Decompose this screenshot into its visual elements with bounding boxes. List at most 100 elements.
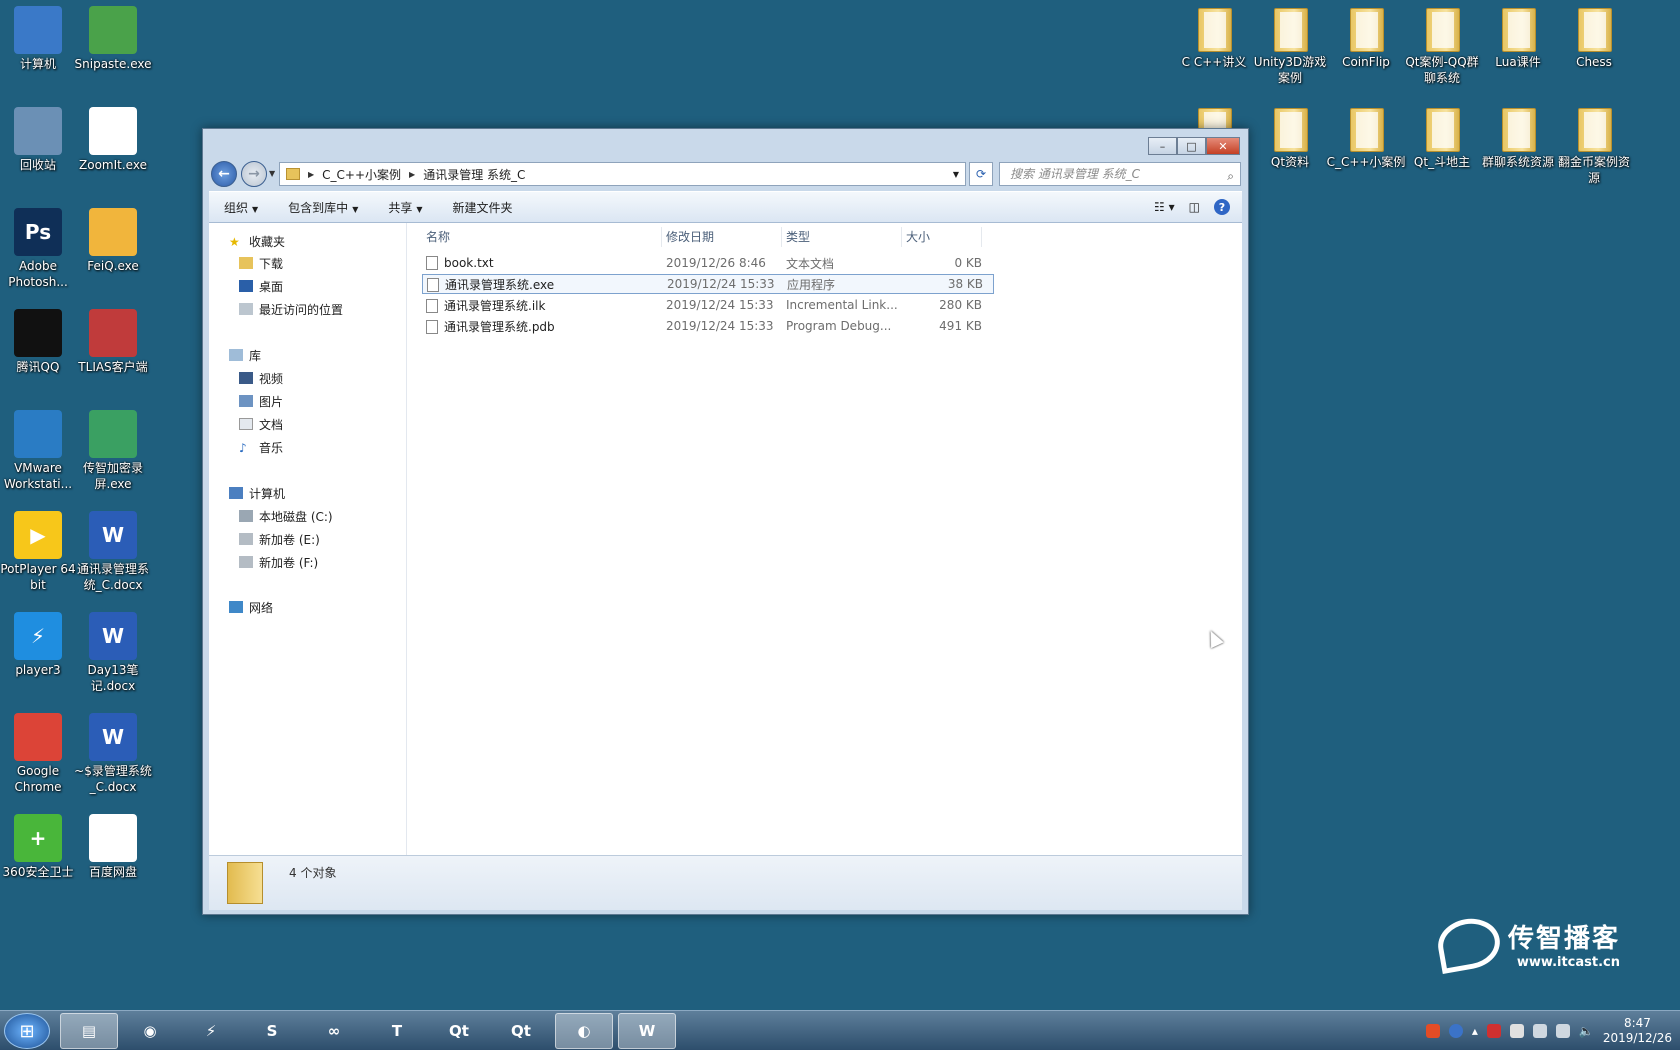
- forward-button[interactable]: →: [241, 161, 267, 187]
- share-menu[interactable]: 共享 ▼: [373, 199, 437, 216]
- status-bar: 4 个对象: [209, 855, 1242, 910]
- nav-favorites[interactable]: ★ 收藏夹: [229, 231, 285, 251]
- desktop-icon-item[interactable]: Snipaste.exe: [73, 6, 153, 72]
- taskbar-word-button[interactable]: W: [618, 1013, 676, 1049]
- nav-drive-e[interactable]: 新加卷 (E:): [239, 529, 320, 549]
- nav-libraries[interactable]: 库: [229, 345, 261, 365]
- column-size[interactable]: 大小: [902, 227, 982, 247]
- desktop-icon-item[interactable]: 腾讯QQ: [0, 309, 78, 375]
- desktop-icon-item[interactable]: TLIAS客户端: [73, 309, 153, 375]
- volume-icon[interactable]: 🔈: [1579, 1024, 1594, 1038]
- file-row[interactable]: 通讯录管理系统.pdb 2019/12/24 15:33 Program Debug…: [422, 316, 994, 336]
- desktop-folder[interactable]: Qt_斗地主: [1402, 106, 1482, 170]
- desktop-folder[interactable]: Qt资料: [1250, 106, 1330, 170]
- chrome-icon: [14, 713, 62, 761]
- nav-documents[interactable]: 文档: [239, 414, 283, 434]
- title-bar[interactable]: – □ ✕: [203, 129, 1248, 159]
- nav-music[interactable]: ♪ 音乐: [239, 437, 283, 457]
- preview-pane-icon[interactable]: ◫: [1189, 200, 1200, 214]
- desktop-folder[interactable]: Unity3D游戏案例: [1250, 6, 1330, 86]
- desktop-folder[interactable]: CoinFlip: [1326, 6, 1406, 70]
- nav-videos[interactable]: 视频: [239, 368, 283, 388]
- desktop-icon-item[interactable]: W 通讯录管理系统_C.docx: [73, 511, 153, 593]
- organize-menu[interactable]: 组织 ▼: [209, 199, 273, 216]
- show-hidden-icons[interactable]: ▴: [1472, 1024, 1478, 1038]
- taskbar-visual-studio-button[interactable]: ∞: [305, 1013, 363, 1049]
- search-input[interactable]: 搜索 通讯录管理 系统_C ⌕: [999, 162, 1241, 186]
- nav-computer[interactable]: 计算机: [229, 483, 285, 503]
- desktop-icon-item[interactable]: FeiQ.exe: [73, 208, 153, 274]
- sogou-ime-icon[interactable]: [1425, 1024, 1440, 1038]
- recent-places-icon: [239, 303, 253, 315]
- taskbar-typora-button[interactable]: T: [368, 1013, 426, 1049]
- taskbar-player3-button[interactable]: ⚡: [182, 1013, 240, 1049]
- desktop-icon-item[interactable]: +360安全卫士: [0, 814, 78, 880]
- maximize-button[interactable]: □: [1177, 137, 1206, 155]
- view-options-icon[interactable]: ☷ ▾: [1154, 200, 1175, 214]
- desktop-icon-item[interactable]: ⚡ player3: [0, 612, 78, 678]
- breadcrumb-item[interactable]: 通讯录管理 系统_C: [423, 166, 525, 183]
- desktop-icon-item[interactable]: W Day13笔记.docx: [73, 612, 153, 694]
- nav-pictures[interactable]: 图片: [239, 391, 283, 411]
- taskbar-chrome-button[interactable]: ◉: [121, 1013, 179, 1049]
- taskbar-recorder-button[interactable]: ◐: [555, 1013, 613, 1049]
- taskbar-qt-creator-button[interactable]: Qt: [430, 1013, 488, 1049]
- desktop-icon-item[interactable]: VMware Workstati...: [0, 410, 78, 492]
- help-tray-icon[interactable]: [1448, 1024, 1463, 1038]
- desktop-folder[interactable]: 群聊系统资源: [1478, 106, 1558, 170]
- file-row[interactable]: 通讯录管理系统.exe 2019/12/24 15:33 应用程序 38 KB: [422, 274, 994, 294]
- breadcrumb-item[interactable]: C_C++小案例: [322, 166, 401, 183]
- nav-drive-c[interactable]: 本地磁盘 (C:): [239, 506, 333, 526]
- desktop-icon-item[interactable]: ZoomIt.exe: [73, 107, 153, 173]
- desktop-icon-item[interactable]: Ps Adobe Photosh...: [0, 208, 78, 290]
- network-tray-icon[interactable]: [1555, 1024, 1570, 1038]
- photoshop-icon: Ps: [14, 208, 62, 256]
- desktop-folder[interactable]: C_C++小案例: [1326, 106, 1406, 170]
- safely-remove-icon[interactable]: [1532, 1024, 1547, 1038]
- desktop-icon-item[interactable]: 百度网盘: [73, 814, 153, 880]
- column-date[interactable]: 修改日期: [662, 227, 782, 247]
- desktop-icon-label: Qt案例-QQ群聊系统: [1405, 55, 1479, 85]
- desktop-folder[interactable]: Lua课件: [1478, 6, 1558, 70]
- desktop-folder[interactable]: 翻金币案例资源: [1554, 106, 1634, 186]
- file-row[interactable]: 通讯录管理系统.ilk 2019/12/24 15:33 Incremental L…: [422, 295, 994, 315]
- desktop-icon-item[interactable]: ▶ PotPlayer 64 bit: [0, 511, 78, 593]
- nav-network[interactable]: 网络: [229, 597, 273, 617]
- desktop-folder[interactable]: Qt案例-QQ群聊系统: [1402, 6, 1482, 86]
- taskbar-explorer-button[interactable]: ▤: [60, 1013, 118, 1049]
- desktop-icon-item[interactable]: 回收站: [0, 107, 78, 173]
- include-in-library-menu[interactable]: 包含到库中 ▼: [273, 199, 373, 216]
- taskbar-qt-designer-button[interactable]: Qt: [492, 1013, 550, 1049]
- desktop-folder[interactable]: C C++讲义: [1174, 6, 1254, 70]
- desktop-folder[interactable]: Chess: [1554, 6, 1634, 70]
- desktop-icon-item[interactable]: Google Chrome: [0, 713, 78, 795]
- tlias-icon: [89, 309, 137, 357]
- refresh-button[interactable]: ⟳: [969, 162, 993, 186]
- clock[interactable]: 8:47 2019/12/26: [1603, 1016, 1672, 1046]
- address-dropdown-icon[interactable]: ▼: [953, 170, 959, 179]
- taskbar-sublime-button[interactable]: S: [243, 1013, 301, 1049]
- back-button[interactable]: ←: [211, 161, 237, 187]
- desktop-icon-item[interactable]: 计算机: [0, 6, 78, 72]
- security-icon[interactable]: [1486, 1024, 1501, 1038]
- breadcrumb-arrow-icon[interactable]: ▶: [308, 170, 314, 179]
- start-button[interactable]: ⊞: [4, 1013, 50, 1049]
- column-type[interactable]: 类型: [782, 227, 902, 247]
- breadcrumb-arrow-icon[interactable]: ▶: [409, 170, 415, 179]
- minimize-button[interactable]: –: [1148, 137, 1177, 155]
- address-bar[interactable]: ▶ C_C++小案例 ▶ 通讯录管理 系统_C ▼: [279, 162, 966, 186]
- desktop-icon-item[interactable]: W ~$录管理系统_C.docx: [73, 713, 153, 795]
- close-button[interactable]: ✕: [1206, 137, 1240, 155]
- action-center-icon[interactable]: [1509, 1024, 1524, 1038]
- new-folder-button[interactable]: 新建文件夹: [438, 199, 528, 216]
- desktop-icon-item[interactable]: 传智加密录屏.exe: [73, 410, 153, 492]
- search-icon[interactable]: ⌕: [1227, 165, 1234, 187]
- history-dropdown-icon[interactable]: ▼: [269, 169, 275, 178]
- nav-drive-f[interactable]: 新加卷 (F:): [239, 552, 318, 572]
- help-icon[interactable]: ?: [1214, 199, 1230, 215]
- file-row[interactable]: book.txt 2019/12/26 8:46 文本文档 0 KB: [422, 253, 994, 273]
- column-name[interactable]: 名称: [422, 227, 662, 247]
- nav-downloads[interactable]: 下载: [239, 253, 283, 273]
- nav-recent[interactable]: 最近访问的位置: [239, 299, 343, 319]
- nav-desktop[interactable]: 桌面: [239, 276, 283, 296]
